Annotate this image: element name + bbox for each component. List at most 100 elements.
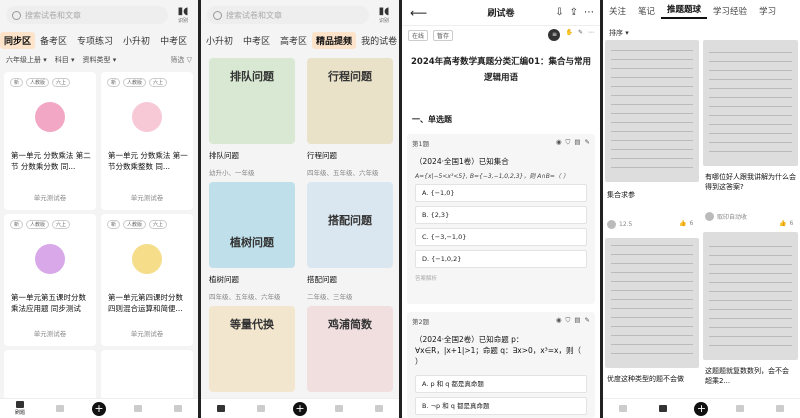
nav-practice[interactable] (213, 404, 229, 413)
paper-title: 第一单元 分数乘法 第二节 分数乘分数 同... (11, 151, 91, 171)
tab-featured[interactable]: 精品提频 (312, 31, 357, 49)
nav-library[interactable] (52, 404, 68, 413)
paper-card[interactable] (101, 350, 193, 400)
online-chip[interactable]: 在线 (408, 29, 429, 41)
share-icon[interactable]: ⇪ (570, 7, 578, 18)
tab-primary-to-middle[interactable]: 小升初 (118, 34, 155, 47)
topic-card[interactable]: 行程问题 行程问题 四年级、五年级、六年级 (307, 58, 393, 177)
view-icon[interactable]: ◉ (556, 138, 562, 148)
search-input[interactable]: 搜索试卷和文章 (6, 6, 168, 24)
nav-messages[interactable] (732, 404, 748, 413)
tab-follow[interactable]: 关注 (603, 5, 632, 17)
paper-type: 单元测试卷 (33, 194, 67, 202)
grade-badge: 六上 (149, 220, 168, 229)
tab-special-practice[interactable]: 专项练习 (72, 34, 118, 47)
more-icon[interactable]: ⋯ (584, 7, 594, 18)
nav-profile[interactable] (772, 404, 788, 413)
tab-exam-prep[interactable]: 备考区 (35, 34, 72, 47)
scan-button[interactable]: ▮◖ 识别 (375, 6, 393, 24)
note-icon[interactable]: ▤ (574, 138, 580, 148)
scan-icon: ▮◖ (177, 6, 189, 17)
option-b[interactable]: B. {2,3} (415, 206, 587, 224)
post-photo[interactable] (605, 40, 699, 182)
option-a[interactable]: A. {−1,0} (415, 184, 587, 202)
paper-card[interactable]: 新人教版 六上 第一单元第四课时分数四则混合运算和简便... 单元测试卷 (101, 214, 193, 346)
answer-analysis-link[interactable]: 答案解析 (407, 272, 595, 284)
grade-filter[interactable]: 六年级上册 ▾ (6, 55, 47, 65)
tab-notes[interactable]: 笔记 (632, 5, 661, 17)
grade-badge: 六上 (52, 220, 71, 229)
topic-card[interactable]: 搭配问题 搭配问题 二年级、三年级 (307, 182, 393, 301)
bookmark-icon[interactable]: ⛉ (566, 138, 571, 148)
document-title: 2024年高考数学真题分类汇编01：集合与常用逻辑用语 (411, 57, 591, 83)
nav-messages[interactable] (130, 404, 146, 413)
answer-toggle-icon[interactable]: ≡ (548, 29, 561, 41)
tab-high-exam[interactable]: 高考区 (275, 34, 312, 47)
topic-grades: 幼升小、一年级 (209, 169, 255, 177)
bookmark-icon[interactable]: ⛉ (566, 316, 571, 326)
topic-card[interactable]: 鸡浦简数 (307, 306, 393, 392)
topic-cover: 等量代换 (209, 306, 295, 392)
search-input[interactable]: 搜索试卷和文章 (207, 6, 369, 24)
tab-primary-to-middle[interactable]: 小升初 (201, 34, 238, 47)
paper-card[interactable]: 新人教版 六上 第一单元 分数乘法 第二节 分数乘分数 同... 单元测试卷 (4, 72, 96, 210)
pepper-icon (132, 102, 162, 132)
paper-card[interactable]: 新人教版 六上 第一单元第五课时分数乘法应用题 同步测试 单元测试卷 (4, 214, 96, 346)
paper-card[interactable] (4, 350, 96, 400)
topic-card[interactable]: 排队问题 排队问题 幼升小、一年级 (209, 58, 295, 177)
like-count[interactable]: 👍 6 (779, 220, 793, 227)
bottom-nav: + (201, 398, 399, 418)
nav-practice[interactable] (615, 404, 631, 413)
pen-icon[interactable]: ✎ (578, 29, 583, 41)
edit-icon[interactable]: ✎ (585, 138, 590, 148)
nav-profile[interactable] (170, 404, 186, 413)
tab-study[interactable]: 学习 (753, 5, 782, 17)
add-button[interactable]: + (694, 401, 709, 416)
question-block: 第1题 ◉ ⛉ ▤ ✎ （2024·全国1卷）已知集合 A={x|−5<x³<5}, … (407, 134, 595, 304)
tab-middle-exam[interactable]: 中考区 (155, 34, 192, 47)
filter-bar: 六年级上册 ▾ 科目 ▾ 资料类型 ▾ 筛选 ▽ (6, 55, 192, 65)
cookie-icon (132, 244, 162, 274)
paper-title: 第一单元第四课时分数四则混合运算和简便... (108, 293, 183, 313)
nav-library[interactable] (253, 404, 269, 413)
menu-icon[interactable]: ☰ (192, 35, 198, 45)
tab-my-papers[interactable]: 我的试卷 (356, 34, 399, 47)
note-icon[interactable]: ▤ (574, 316, 580, 326)
filter-button[interactable]: 筛选 ▽ (170, 55, 192, 65)
featured-panel: 搜索试卷和文章 ▮◖ 识别 小升初 中考区 高考区 精品提频 我的试卷 排队问题… (201, 0, 399, 418)
nav-messages[interactable] (331, 404, 347, 413)
topic-card[interactable]: 植树问题 植树问题 四年级、五年级、六年级 (209, 182, 295, 301)
option-d[interactable]: D. {−1,0,2} (415, 250, 587, 268)
nav-practice[interactable]: 刷题 (12, 401, 28, 416)
post-photo[interactable] (703, 40, 798, 166)
option-c[interactable]: C. {−3,−1,0} (415, 228, 587, 246)
save-chip[interactable]: 暂存 (433, 29, 454, 41)
more-icon[interactable]: ⋯ (588, 29, 594, 41)
nav-profile[interactable] (371, 404, 387, 413)
type-filter[interactable]: 资料类型 ▾ (83, 55, 117, 65)
post-photo[interactable] (703, 232, 798, 360)
subject-filter[interactable]: 科目 ▾ (55, 55, 75, 65)
hand-icon[interactable]: ✋ (565, 29, 572, 41)
download-icon[interactable]: ⇩ (555, 7, 563, 18)
like-count[interactable]: 👍 6 (679, 220, 693, 227)
sort-dropdown[interactable]: 排序 ▾ (609, 28, 629, 38)
option-b[interactable]: B. ¬p 和 q 都是真命题 (415, 397, 587, 415)
edition-badge: 人教版 (26, 78, 50, 87)
post-author: 取印自动收 (705, 212, 747, 221)
post-caption: 优度这种类型的题不会做 (607, 375, 684, 383)
edit-icon[interactable]: ✎ (585, 316, 590, 326)
tab-study-experience[interactable]: 学习经验 (707, 5, 753, 17)
add-button[interactable]: + (92, 401, 106, 416)
option-a[interactable]: A. p 和 q 都是真命题 (415, 375, 587, 393)
nav-library[interactable] (655, 404, 671, 413)
view-icon[interactable]: ◉ (556, 316, 562, 326)
tab-sync[interactable]: 同步区 (0, 31, 36, 49)
post-photo[interactable] (605, 238, 699, 368)
paper-card[interactable]: 新人教版 六上 第一单元 分数乘法 第一节分数乘整数 同... 单元测试卷 (101, 72, 193, 210)
add-button[interactable]: + (293, 401, 307, 416)
tab-middle-exam[interactable]: 中考区 (238, 34, 275, 47)
scan-button[interactable]: ▮◖ 识别 (174, 6, 192, 24)
topic-card[interactable]: 等量代换 (209, 306, 295, 392)
tab-question-help[interactable]: 推题题球 (661, 3, 708, 19)
